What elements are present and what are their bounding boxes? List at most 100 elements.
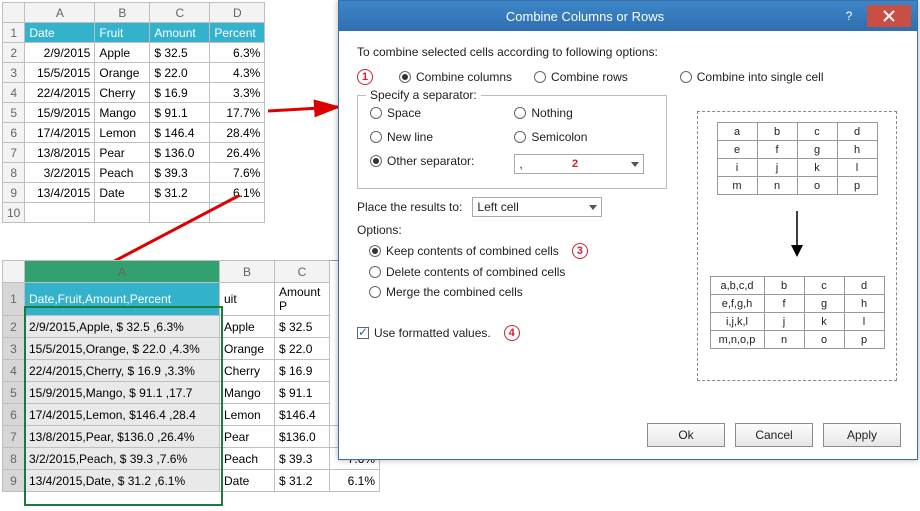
combined-cell[interactable]: 13/4/2015,Date, $ 31.2 ,6.1% bbox=[25, 470, 220, 492]
combined-cell[interactable]: 17/4/2015,Lemon, $146.4 ,28.4 bbox=[25, 404, 220, 426]
row-header[interactable]: 4 bbox=[3, 83, 25, 103]
radio-combine-columns[interactable]: Combine columns bbox=[399, 70, 512, 84]
row-header[interactable]: 5 bbox=[3, 103, 25, 123]
cell[interactable]: 6.3% bbox=[210, 43, 265, 63]
cell[interactable]: $ 39.3 bbox=[150, 163, 210, 183]
combined-cell[interactable]: 13/8/2015,Pear, $136.0 ,26.4% bbox=[25, 426, 220, 448]
cell[interactable]: Pear bbox=[95, 143, 150, 163]
result-spreadsheet[interactable]: A B C 1 Date,Fruit,Amount,Percent uit Am… bbox=[2, 260, 380, 492]
cell[interactable]: 3/2/2015 bbox=[25, 163, 95, 183]
cancel-button[interactable]: Cancel bbox=[735, 423, 813, 447]
row-header[interactable]: 1 bbox=[3, 283, 25, 316]
cell[interactable]: $ 22.0 bbox=[150, 63, 210, 83]
cell[interactable]: $ 31.2 bbox=[275, 470, 330, 492]
other-separator-input[interactable]: , 2 bbox=[514, 154, 644, 174]
cell[interactable]: Mango bbox=[220, 382, 275, 404]
cell[interactable]: Date bbox=[220, 470, 275, 492]
radio-sep-semicolon[interactable]: Semicolon bbox=[514, 130, 644, 144]
cell[interactable]: $ 91.1 bbox=[275, 382, 330, 404]
cell[interactable]: 3.3% bbox=[210, 83, 265, 103]
cell[interactable]: Orange bbox=[95, 63, 150, 83]
row-header[interactable]: 6 bbox=[3, 404, 25, 426]
dialog-titlebar[interactable]: Combine Columns or Rows ? bbox=[339, 1, 917, 31]
cell[interactable]: $ 39.3 bbox=[275, 448, 330, 470]
row-header[interactable]: 6 bbox=[3, 123, 25, 143]
cell[interactable]: $146.4 bbox=[275, 404, 330, 426]
combined-cell[interactable]: 3/2/2015,Peach, $ 39.3 ,7.6% bbox=[25, 448, 220, 470]
cell[interactable]: 13/4/2015 bbox=[25, 183, 95, 203]
cell[interactable]: $ 16.9 bbox=[275, 360, 330, 382]
ok-button[interactable]: Ok bbox=[647, 423, 725, 447]
cell[interactable]: $ 32.5 bbox=[275, 316, 330, 338]
radio-combine-single[interactable]: Combine into single cell bbox=[680, 70, 824, 84]
place-select[interactable]: Left cell bbox=[472, 197, 602, 217]
row-header[interactable]: 8 bbox=[3, 163, 25, 183]
cell[interactable]: Cherry bbox=[220, 360, 275, 382]
cell[interactable]: 17/4/2015 bbox=[25, 123, 95, 143]
cell[interactable]: Date bbox=[95, 183, 150, 203]
row-header[interactable]: 10 bbox=[3, 203, 25, 223]
corner-cell[interactable] bbox=[3, 261, 25, 283]
cell[interactable]: Pear bbox=[220, 426, 275, 448]
row-header[interactable]: 9 bbox=[3, 470, 25, 492]
cell[interactable]: $ 16.9 bbox=[150, 83, 210, 103]
row-header[interactable]: 3 bbox=[3, 338, 25, 360]
cell[interactable]: 15/5/2015 bbox=[25, 63, 95, 83]
cell[interactable]: $ 31.2 bbox=[150, 183, 210, 203]
row-header[interactable]: 9 bbox=[3, 183, 25, 203]
row-header[interactable]: 1 bbox=[3, 23, 25, 43]
cell[interactable]: Apple bbox=[95, 43, 150, 63]
cell[interactable]: $ 32.5 bbox=[150, 43, 210, 63]
corner-cell[interactable] bbox=[3, 3, 25, 23]
combined-cell[interactable]: 2/9/2015,Apple, $ 32.5 ,6.3% bbox=[25, 316, 220, 338]
col-header-C[interactable]: C bbox=[275, 261, 330, 283]
cell[interactable]: Mango bbox=[95, 103, 150, 123]
combined-cell[interactable]: 22/4/2015,Cherry, $ 16.9 ,3.3% bbox=[25, 360, 220, 382]
row-header[interactable]: 7 bbox=[3, 426, 25, 448]
cell[interactable]: 15/9/2015 bbox=[25, 103, 95, 123]
row-header[interactable]: 4 bbox=[3, 360, 25, 382]
radio-combine-rows[interactable]: Combine rows bbox=[534, 70, 628, 84]
col-header-A[interactable]: A bbox=[25, 3, 95, 23]
radio-sep-newline[interactable]: New line bbox=[370, 130, 474, 144]
row-header[interactable]: 3 bbox=[3, 63, 25, 83]
cell[interactable]: 17.7% bbox=[210, 103, 265, 123]
radio-sep-nothing[interactable]: Nothing bbox=[514, 106, 644, 120]
radio-sep-other[interactable]: Other separator: bbox=[370, 154, 474, 168]
cell[interactable]: 2/9/2015 bbox=[25, 43, 95, 63]
close-button[interactable] bbox=[867, 5, 911, 27]
row-header[interactable]: 5 bbox=[3, 382, 25, 404]
combined-cell[interactable]: 15/9/2015,Mango, $ 91.1 ,17.7 bbox=[25, 382, 220, 404]
cell[interactable]: Peach bbox=[220, 448, 275, 470]
cell[interactable]: 22/4/2015 bbox=[25, 83, 95, 103]
cell[interactable]: Orange bbox=[220, 338, 275, 360]
row-header[interactable]: 8 bbox=[3, 448, 25, 470]
combined-cell[interactable]: 15/5/2015,Orange, $ 22.0 ,4.3% bbox=[25, 338, 220, 360]
col-header-C[interactable]: C bbox=[150, 3, 210, 23]
help-button[interactable]: ? bbox=[831, 5, 867, 27]
radio-sep-space[interactable]: Space bbox=[370, 106, 474, 120]
cell[interactable]: 6.1% bbox=[210, 183, 265, 203]
cell[interactable]: 4.3% bbox=[210, 63, 265, 83]
cell[interactable]: 26.4% bbox=[210, 143, 265, 163]
cell[interactable]: 13/8/2015 bbox=[25, 143, 95, 163]
cell[interactable]: 7.6% bbox=[210, 163, 265, 183]
cell[interactable]: $ 136.0 bbox=[150, 143, 210, 163]
source-spreadsheet[interactable]: A B C D 1 Date Fruit Amount Percent 22/9… bbox=[2, 2, 265, 223]
col-header-B[interactable]: B bbox=[220, 261, 275, 283]
apply-button[interactable]: Apply bbox=[823, 423, 901, 447]
row-header[interactable]: 2 bbox=[3, 43, 25, 63]
cell[interactable]: $136.0 bbox=[275, 426, 330, 448]
cell[interactable]: $ 22.0 bbox=[275, 338, 330, 360]
row-header[interactable]: 7 bbox=[3, 143, 25, 163]
cell[interactable]: $ 91.1 bbox=[150, 103, 210, 123]
cell[interactable]: 28.4% bbox=[210, 123, 265, 143]
col-header-D[interactable]: D bbox=[210, 3, 265, 23]
row-header[interactable]: 2 bbox=[3, 316, 25, 338]
cell[interactable]: Lemon bbox=[95, 123, 150, 143]
cell[interactable]: Lemon bbox=[220, 404, 275, 426]
cell[interactable]: 6.1% bbox=[330, 470, 380, 492]
cell[interactable]: Peach bbox=[95, 163, 150, 183]
col-header-B[interactable]: B bbox=[95, 3, 150, 23]
cell[interactable]: Cherry bbox=[95, 83, 150, 103]
